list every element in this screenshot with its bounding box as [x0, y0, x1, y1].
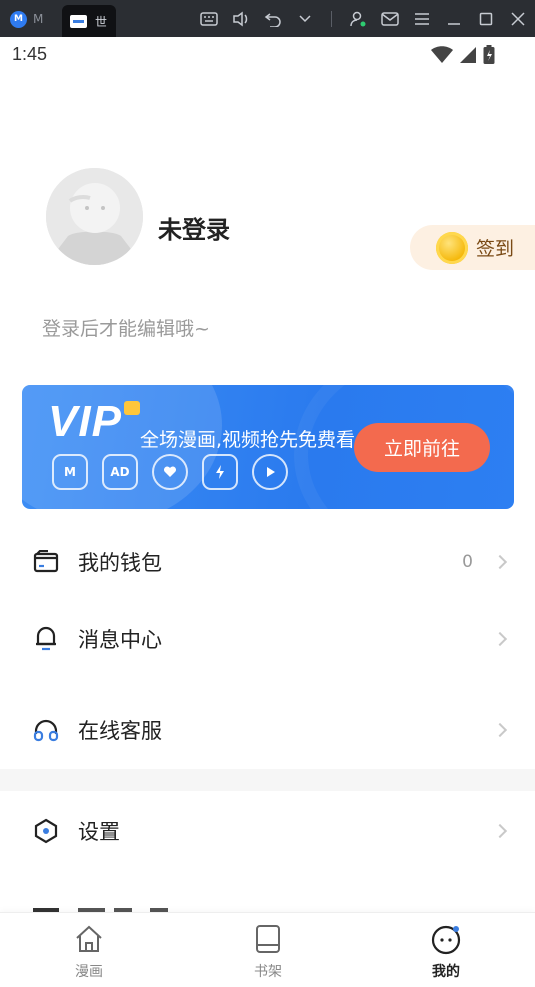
keyboard-icon[interactable] [193, 7, 225, 31]
chevron-right-icon [492, 631, 508, 647]
signal-icon [460, 47, 476, 63]
bell-icon [33, 626, 59, 652]
nav-tab-bookshelf[interactable]: 书架 [233, 923, 303, 981]
chevron-down-icon[interactable] [289, 7, 321, 31]
app-window-icon [70, 14, 87, 28]
menu-item-wallet[interactable]: 我的钱包 0 [0, 532, 535, 592]
menu-item-settings[interactable]: 设置 [0, 801, 535, 861]
settings-hexagon-icon [33, 818, 59, 844]
menu-label-wallet: 我的钱包 [78, 551, 162, 575]
nav-label: 书架 [254, 964, 282, 980]
menu-item-messages[interactable]: 消息中心 [0, 609, 535, 669]
chevron-right-icon [492, 554, 508, 570]
profile-face-icon [430, 923, 462, 955]
wallet-balance: 0 [462, 552, 473, 572]
vip-title: VIP [48, 397, 122, 446]
nav-tab-manga[interactable]: 漫画 [54, 923, 124, 981]
status-bar: 1:45 [0, 37, 535, 71]
coin-icon [436, 231, 468, 264]
username[interactable]: 未登录 [158, 210, 230, 245]
default-avatar-icon [46, 168, 143, 265]
vip-banner[interactable]: VIP 全场漫画,视频抢先免费看 M AD 立即前往 [22, 385, 514, 509]
heart-icon [152, 454, 188, 490]
close-icon[interactable] [502, 7, 534, 31]
minimize-icon[interactable] [438, 7, 470, 31]
vip-go-button[interactable]: 立即前往 [354, 423, 490, 472]
play-icon [252, 454, 288, 490]
signin-label: 签到 [476, 238, 515, 260]
emulator-tab-label: M [33, 12, 44, 26]
section-divider [0, 769, 535, 791]
signin-button[interactable]: 签到 [410, 225, 535, 270]
chevron-right-icon [492, 722, 508, 738]
wallet-icon [33, 549, 59, 575]
status-time: 1:45 [12, 44, 48, 64]
account-icon[interactable] [342, 7, 374, 31]
vip-perk-icons: M AD [52, 454, 288, 490]
divider [331, 11, 332, 27]
ad-free-icon: AD [102, 454, 138, 490]
avatar[interactable] [46, 168, 143, 265]
mail-icon[interactable] [374, 7, 406, 31]
login-hint: 登录后才能编辑哦~ [42, 318, 210, 340]
manga-icon: M [52, 454, 88, 490]
menu-icon[interactable] [406, 7, 438, 31]
battery-icon [483, 45, 495, 64]
emulator-tab-label: 世 [95, 14, 108, 29]
emulator-tab-home[interactable]: M M [10, 6, 60, 32]
emulator-tab-active[interactable]: 世 [62, 5, 116, 37]
menu-item-customer-service[interactable]: 在线客服 [0, 700, 535, 760]
headset-icon [33, 717, 59, 743]
bottom-navigation: 漫画 书架 我的 [0, 912, 535, 987]
wifi-icon [431, 46, 453, 63]
maximize-icon[interactable] [470, 7, 502, 31]
menu-label-messages: 消息中心 [78, 628, 162, 652]
menu-label-customer-service: 在线客服 [78, 719, 162, 743]
lightning-crown-icon [202, 454, 238, 490]
nav-label: 漫画 [75, 964, 103, 980]
nav-label: 我的 [432, 964, 460, 980]
menu-label-settings: 设置 [78, 820, 120, 844]
emulator-title-bar: M M 世 [0, 0, 535, 37]
status-icons [431, 45, 495, 65]
vip-slogan: 全场漫画,视频抢先免费看 [140, 429, 356, 451]
crown-icon [124, 401, 140, 415]
home-icon [73, 923, 105, 955]
nav-tab-mine[interactable]: 我的 [411, 923, 481, 981]
emulator-controls [193, 7, 534, 31]
app-logo-icon: M [10, 10, 27, 28]
undo-icon[interactable] [257, 7, 289, 31]
volume-icon[interactable] [225, 7, 257, 31]
chevron-right-icon [492, 823, 508, 839]
bookshelf-icon [252, 923, 284, 955]
